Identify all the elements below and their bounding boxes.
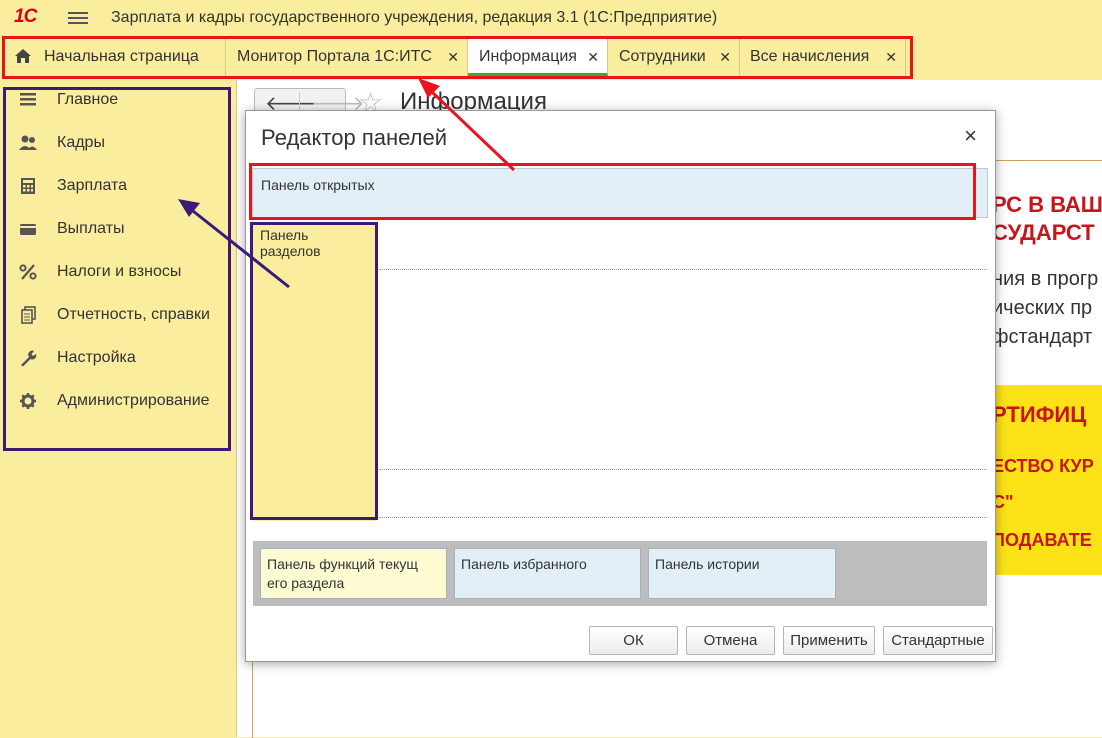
annotation-purple-frame-sections [250,222,378,520]
banner-line: фстандарт [992,326,1093,348]
banner-line: С" [992,492,1014,512]
banner-line: ПОДАВАТЕ [992,530,1092,550]
apply-button[interactable]: Применить [783,626,875,655]
banner-line: ния в прогр [992,268,1099,290]
banner-line: РС В ВАШ [992,192,1102,217]
divider [379,469,987,470]
banner-line: СУДАРСТ [992,220,1095,245]
app-logo: 1С [14,6,37,27]
dialog-title: Редактор панелей [261,125,447,150]
hamburger-menu-icon[interactable] [68,9,88,27]
divider [379,269,987,270]
panel-favorites[interactable]: Панель избранного [454,548,641,599]
close-icon[interactable]: × [964,123,977,149]
panel-history[interactable]: Панель истории [648,548,836,599]
default-button[interactable]: Стандартные [883,626,993,655]
ok-button[interactable]: ОК [589,626,678,655]
annotation-purple-frame-sidebar [3,87,231,451]
banner-line: ЕСТВО КУР [992,456,1094,476]
bottom-panels-area: Панель функций текущ его раздела Панель … [253,541,987,606]
banner-line: РТИФИЦ [992,402,1087,427]
annotation-red-frame-open-panel [249,163,976,220]
banner-line: ических пр [992,297,1093,319]
title-bar: 1С Зарплата и кадры государственного учр… [0,0,1102,36]
annotation-red-frame-tabs [2,36,913,79]
cancel-button[interactable]: Отмена [686,626,775,655]
app-title: Зарплата и кадры государственного учрежд… [111,9,718,26]
divider [379,517,987,518]
panel-functions[interactable]: Панель функций текущ его раздела [260,548,447,599]
